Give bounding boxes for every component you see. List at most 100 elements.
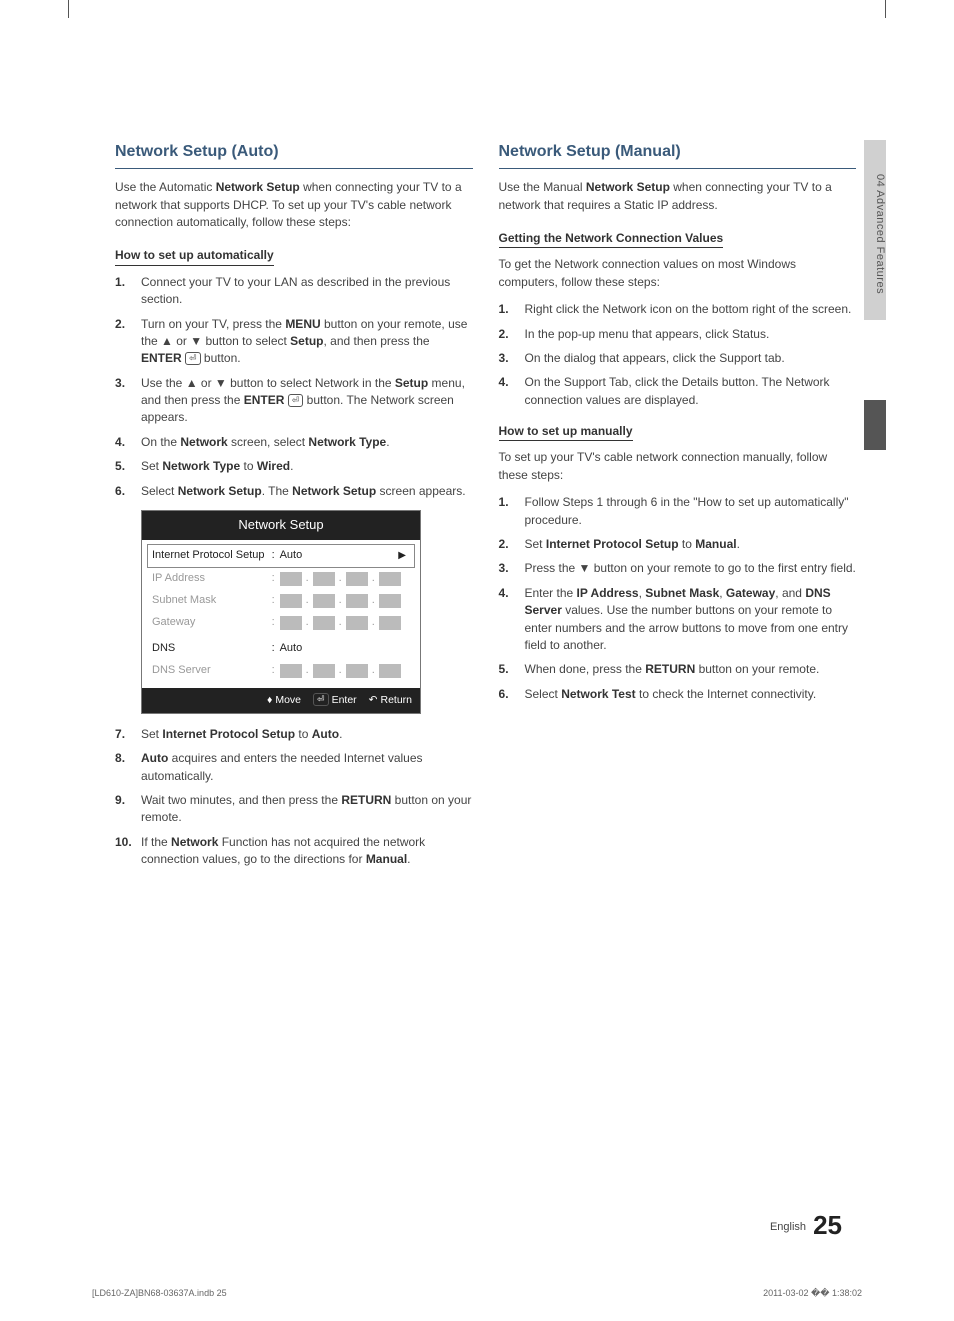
enter-icon: ⏎	[313, 693, 329, 706]
text: Use the Automatic	[115, 180, 216, 194]
lang-label: English	[770, 1221, 806, 1233]
footer-stamp: 2011-03-02 �� 1:38:02	[763, 1288, 862, 1299]
ns-row-subnet: Subnet Mask : ...	[152, 590, 410, 612]
text-bold: Network Setup	[292, 484, 376, 498]
step: If the Network Function has not acquired…	[115, 834, 473, 869]
step: Select Network Setup. The Network Setup …	[115, 483, 473, 500]
text: , and then press the	[324, 334, 430, 348]
text: .	[737, 537, 740, 551]
step: Wait two minutes, and then press the RET…	[115, 792, 473, 827]
text: Select	[141, 484, 178, 498]
text-bold: Internet Protocol Setup	[546, 537, 679, 551]
text: acquires and enters the needed Internet …	[141, 751, 423, 782]
text-bold: IP Address	[577, 586, 639, 600]
page-num: 25	[813, 1210, 842, 1240]
step: Use the ▲ or ▼ button to select Network …	[115, 375, 473, 427]
text: to	[240, 459, 257, 473]
text: .	[407, 852, 410, 866]
text: Wait two minutes, and then press the	[141, 793, 341, 807]
page-content: Network Setup (Auto) Use the Automatic N…	[0, 0, 954, 1321]
text: .	[386, 435, 389, 449]
step: On the dialog that appears, click the Su…	[499, 350, 857, 367]
ns-row-dns-server: DNS Server : ...	[152, 660, 410, 682]
text-bold: RETURN	[341, 793, 391, 807]
text-bold: Gateway	[726, 586, 775, 600]
enter-icon: ⏎	[288, 394, 304, 407]
step: Set Network Type to Wired.	[115, 458, 473, 475]
subhead-manual: How to set up manually	[499, 423, 633, 441]
ns-row-ips: Internet Protocol Setup : Auto▶	[147, 544, 415, 568]
text-bold: Setup	[395, 376, 428, 390]
text: Set	[141, 727, 162, 741]
step: Set Internet Protocol Setup to Auto.	[115, 726, 473, 743]
text: On the	[141, 435, 180, 449]
ns-footer: ♦Move ⏎Enter ↶Return	[142, 688, 420, 713]
text: Set	[525, 537, 546, 551]
text-bold: Manual	[695, 537, 736, 551]
text: to	[679, 537, 696, 551]
subhead-getting: Getting the Network Connection Values	[499, 230, 724, 248]
text-bold: Auto	[141, 751, 168, 765]
text: Turn on your TV, press the	[141, 317, 285, 331]
step: On the Support Tab, click the Details bu…	[499, 374, 857, 409]
enter-icon: ⏎	[185, 352, 201, 365]
step: When done, press the RETURN button on yo…	[499, 661, 857, 678]
step: Follow Steps 1 through 6 in the "How to …	[499, 494, 857, 529]
ns-label: Internet Protocol Setup	[152, 548, 272, 564]
ns-value: Auto	[280, 641, 303, 657]
step: Set Internet Protocol Setup to Manual.	[499, 536, 857, 553]
text: ,	[719, 586, 726, 600]
ns-label: Gateway	[152, 615, 272, 631]
text-bold: ENTER	[244, 393, 285, 407]
text: , and	[775, 586, 805, 600]
left-column: Network Setup (Auto) Use the Automatic N…	[115, 140, 473, 876]
step: Press the ▼ button on your remote to go …	[499, 560, 857, 577]
text: to	[295, 727, 312, 741]
ns-value: Auto	[280, 548, 303, 564]
text-bold: Network Type	[308, 435, 386, 449]
steps-auto: Connect your TV to your LAN as described…	[115, 274, 473, 500]
text-bold: Wired	[257, 459, 290, 473]
text: . The	[262, 484, 292, 498]
text-bold: Network Setup	[178, 484, 262, 498]
heading-manual: Network Setup (Manual)	[499, 140, 857, 169]
text-bold: RETURN	[645, 662, 695, 676]
step: Enter the IP Address, Subnet Mask, Gatew…	[499, 585, 857, 655]
steps-manual: Follow Steps 1 through 6 in the "How to …	[499, 494, 857, 703]
ns-row-ip: IP Address : ...	[152, 568, 410, 590]
heading-auto: Network Setup (Auto)	[115, 140, 473, 169]
text: to check the Internet connectivity.	[636, 687, 817, 701]
subhead-auto: How to set up automatically	[115, 247, 274, 265]
text-bold: Network Setup	[586, 180, 670, 194]
network-setup-screenshot: Network Setup Internet Protocol Setup : …	[141, 510, 421, 714]
steps-auto-cont: Set Internet Protocol Setup to Auto. Aut…	[115, 726, 473, 869]
updown-icon: ♦	[267, 694, 272, 706]
text-bold: Network	[180, 435, 227, 449]
text: button.	[201, 351, 241, 365]
ns-title: Network Setup	[142, 511, 420, 540]
play-icon: ▶	[398, 549, 406, 564]
step: Select Network Test to check the Interne…	[499, 686, 857, 703]
print-footer: [LD610-ZA]BN68-03637A.indb 25 2011-03-02…	[92, 1288, 862, 1299]
ns-label: DNS	[152, 641, 272, 657]
step: Connect your TV to your LAN as described…	[115, 274, 473, 309]
ns-footer-label: Enter	[332, 694, 357, 706]
ns-label: Subnet Mask	[152, 593, 272, 609]
text-bold: Network Setup	[216, 180, 300, 194]
text-bold: Manual	[366, 852, 407, 866]
text-bold: Network Test	[561, 687, 635, 701]
intro-manual: Use the Manual Network Setup when connec…	[499, 179, 857, 214]
return-icon: ↶	[369, 694, 378, 706]
page-number: English 25	[770, 1210, 842, 1241]
step: In the pop-up menu that appears, click S…	[499, 326, 857, 343]
text: screen appears.	[376, 484, 465, 498]
text: Enter the	[525, 586, 577, 600]
text: If the	[141, 835, 171, 849]
ns-label: IP Address	[152, 571, 272, 587]
text: button on your remote.	[695, 662, 819, 676]
ns-footer-label: Return	[380, 694, 412, 706]
text: Set	[141, 459, 162, 473]
ns-footer-label: Move	[275, 694, 301, 706]
text: values. Use the number buttons on your r…	[525, 603, 849, 652]
ns-label: DNS Server	[152, 663, 272, 679]
